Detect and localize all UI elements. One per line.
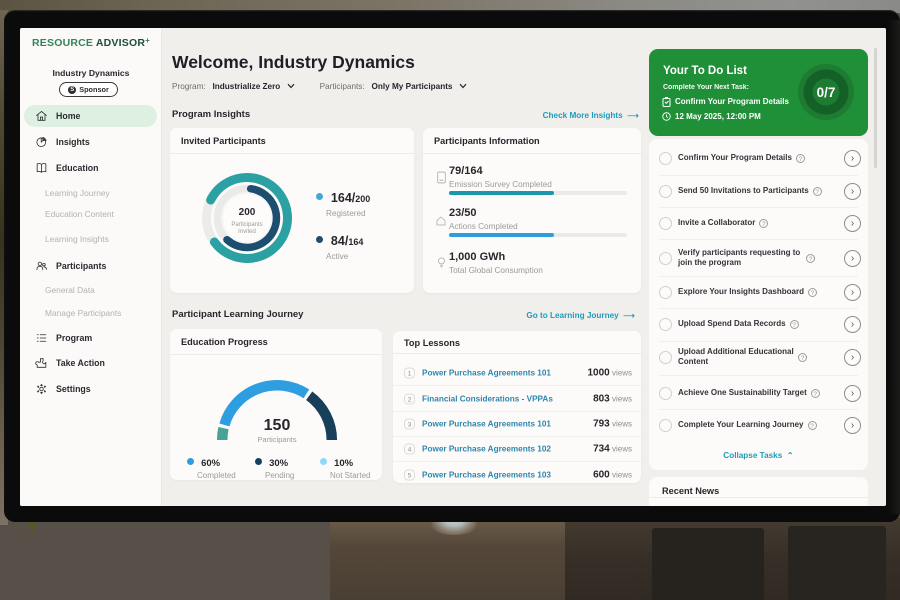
svg-text:150: 150 bbox=[264, 417, 291, 434]
svg-text:Participants: Participants bbox=[257, 435, 296, 444]
svg-text:Invited: Invited bbox=[238, 229, 256, 235]
svg-text:Participants: Participants bbox=[231, 222, 262, 228]
svg-text:200: 200 bbox=[239, 207, 256, 218]
